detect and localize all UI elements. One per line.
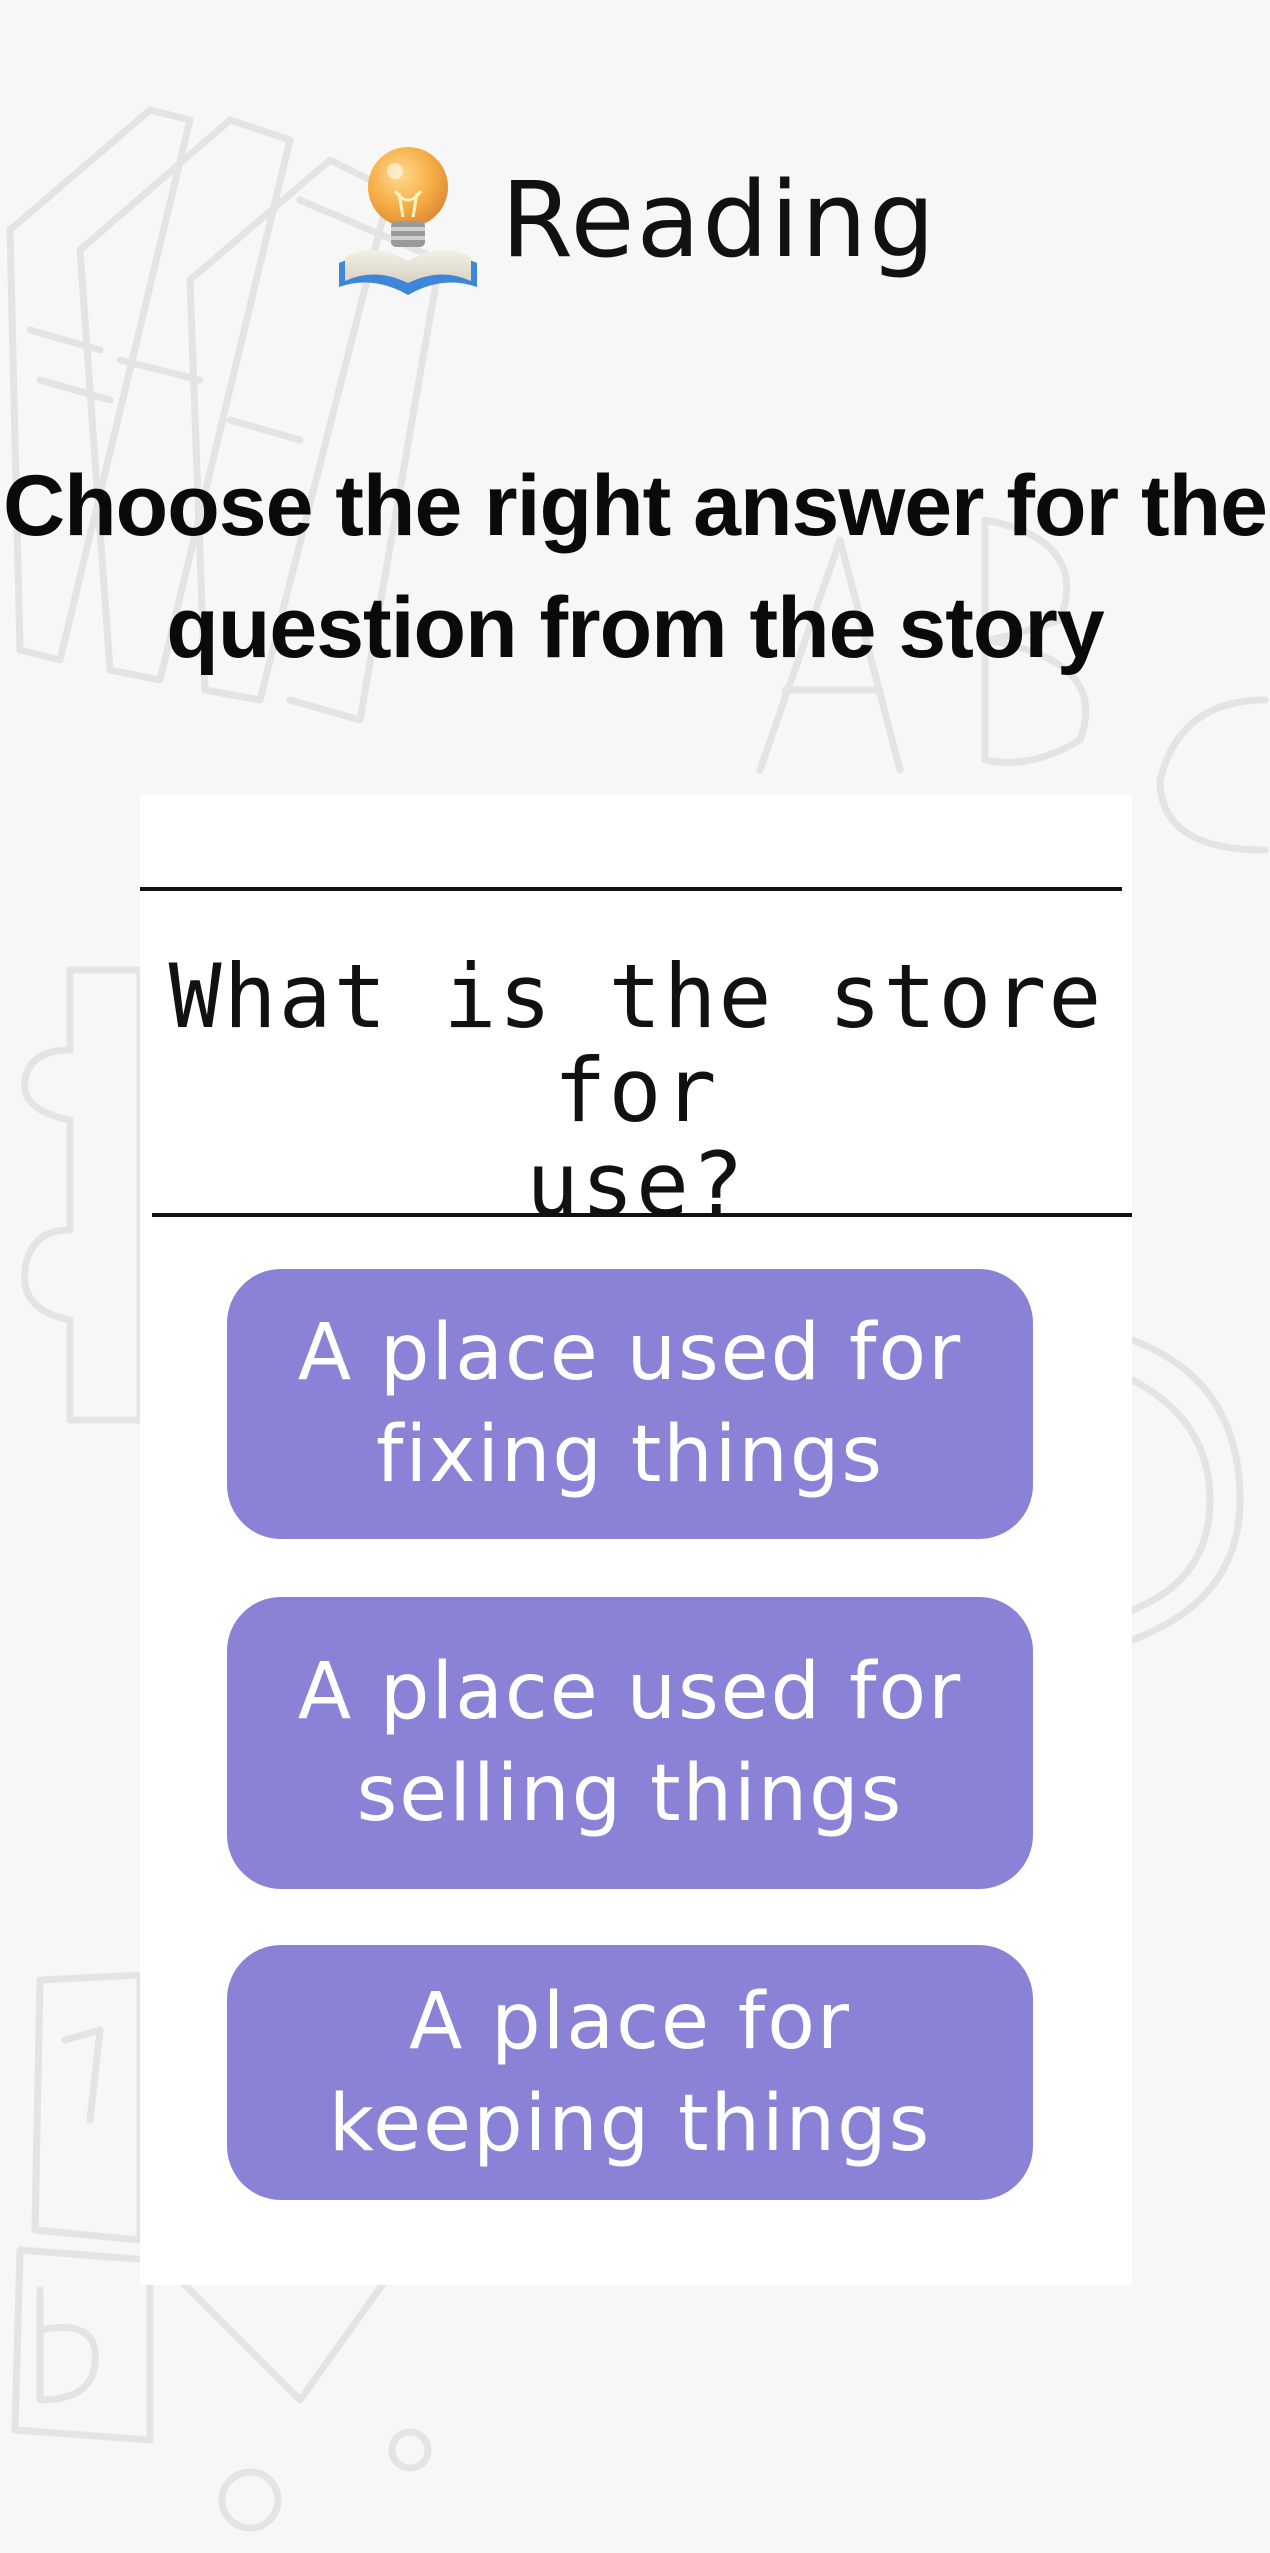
instruction-line-1: Choose the right answer for the [3, 458, 1268, 554]
answer-2-line-2: selling things [356, 1749, 904, 1839]
answer-option-fixing[interactable]: A place used for fixing things [227, 1269, 1033, 1539]
answer-1-line-1: A place used for [297, 1308, 963, 1398]
answer-2-line-1: A place used for [297, 1647, 963, 1737]
header: Reading [0, 100, 1270, 340]
answer-option-keeping[interactable]: A place for keeping things [227, 1945, 1033, 2200]
page-title: Reading [500, 159, 938, 281]
instruction-line-2: question from the story [166, 580, 1104, 676]
instruction-text: Choose the right answer for the question… [0, 445, 1270, 689]
answer-1-line-2: fixing things [376, 1410, 884, 1500]
question-text: What is the store for use? [140, 950, 1132, 1232]
rings-doodle [1128, 1336, 1244, 1644]
question-line-1: What is the store for [168, 945, 1104, 1142]
divider-top [140, 887, 1122, 891]
puzzle-doodle [21, 966, 144, 1424]
answer-3-line-2: keeping things [328, 2078, 932, 2169]
question-card: What is the store for use? A place used … [140, 795, 1132, 2285]
divider-bottom [152, 1213, 1132, 1217]
answer-option-selling[interactable]: A place used for selling things [227, 1597, 1033, 1889]
book-lightbulb-icon [338, 147, 477, 295]
answer-3-line-1: A place for [408, 1976, 852, 2067]
question-line-2: use? [526, 1133, 746, 1236]
